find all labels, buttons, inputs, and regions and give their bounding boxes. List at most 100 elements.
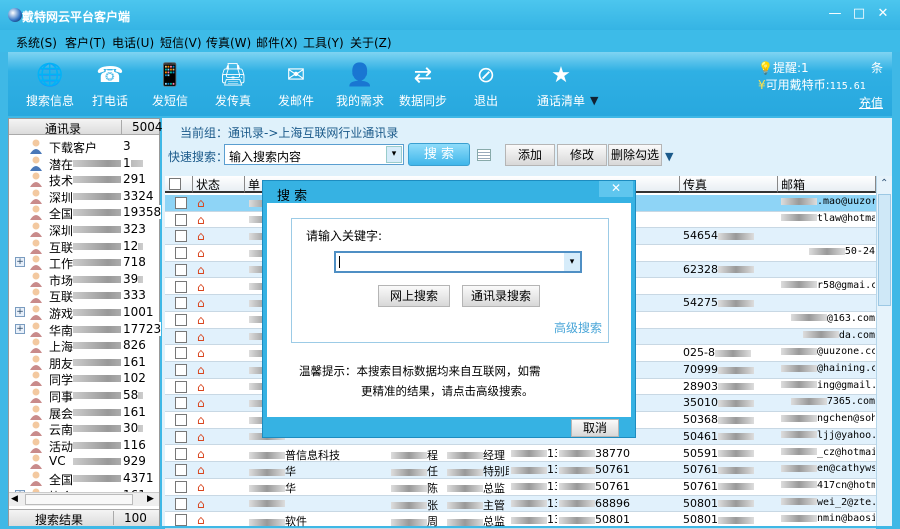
row-checkbox[interactable] (175, 397, 187, 410)
row-checkbox[interactable] (175, 313, 187, 326)
tree-item[interactable]: 同事 58 (9, 387, 159, 404)
tree-item[interactable]: VC 929 (9, 453, 159, 470)
toolbar-globe-button[interactable]: 🌐 搜索信息 (20, 60, 80, 109)
row-checkbox[interactable] (175, 364, 187, 376)
recharge-link[interactable]: 充值 (859, 96, 883, 110)
tree-item[interactable]: 朋友 161 (9, 354, 159, 371)
minimize-button[interactable]: — (826, 6, 844, 21)
tree-item[interactable]: 全国 4371 (9, 470, 159, 487)
vertical-scrollbar[interactable]: ⌃ (876, 176, 892, 526)
tree-item[interactable]: 上海 826 (9, 337, 159, 354)
advanced-search-link[interactable]: 高级搜索 (554, 319, 602, 336)
search-button[interactable]: 搜 索 (408, 143, 470, 166)
tree-item[interactable]: 技术 291 (9, 171, 159, 188)
more-dropdown-icon[interactable]: ▼ (665, 150, 673, 163)
menu-system[interactable]: 系统(S) (16, 34, 57, 51)
expand-icon[interactable]: + (15, 257, 25, 268)
tree-item[interactable]: + 游戏 1001 (9, 304, 159, 321)
row-checkbox[interactable] (175, 380, 187, 393)
tree-item[interactable]: + 华南 17723 (9, 321, 162, 338)
menu-about[interactable]: 关于(Z) (350, 34, 392, 51)
delete-checked-button[interactable]: 删除勾选 (608, 144, 662, 166)
header-select-all[interactable] (165, 176, 193, 193)
tree-item[interactable]: + 工作 718 (9, 254, 159, 271)
tree-item[interactable]: 活动 116 (9, 437, 159, 454)
contact-group-icon (29, 421, 43, 437)
quick-search-input[interactable]: 输入搜索内容 ▾ (224, 144, 404, 165)
tree-item[interactable]: 云南 30 (9, 420, 159, 437)
edit-button[interactable]: 修改 (557, 144, 607, 166)
header-email[interactable]: 邮箱 (778, 176, 876, 193)
tree-item[interactable]: 互联 12 (9, 238, 159, 255)
menu-customer[interactable]: 客户(T) (65, 34, 106, 51)
menu-fax[interactable]: 传真(W) (206, 34, 251, 51)
toolbar-mobile-phone-button[interactable]: 📱 发短信 (140, 60, 200, 109)
row-checkbox[interactable] (175, 347, 187, 360)
scroll-right-icon[interactable]: ▶ (147, 494, 154, 504)
toolbar-star-shield-button[interactable]: ★ 通话清单 (526, 60, 596, 109)
menu-sms[interactable]: 短信(V) (160, 34, 202, 51)
call-list-dropdown-icon[interactable]: ▼ (590, 94, 598, 107)
horizontal-scrollbar[interactable]: ◀ ▶ (9, 492, 159, 506)
row-checkbox[interactable] (175, 213, 187, 226)
scroll-thumb[interactable] (25, 494, 133, 505)
row-checkbox[interactable] (175, 197, 187, 209)
tree-item[interactable]: 互联 333 (9, 287, 159, 304)
cancel-button[interactable]: 取消 (571, 419, 619, 437)
row-checkbox[interactable] (175, 297, 187, 310)
tree-item[interactable]: 下载客户 3 (9, 138, 159, 155)
select-all-checkbox[interactable] (169, 178, 181, 190)
row-checkbox[interactable] (175, 514, 187, 527)
tree-item[interactable]: 同学 102 (9, 370, 159, 387)
menu-tools[interactable]: 工具(Y) (303, 34, 344, 51)
expand-icon[interactable]: + (15, 323, 25, 334)
row-checkbox[interactable] (175, 230, 187, 243)
table-row[interactable]: ⌂华陈总监1395076150761417cn@hotm (165, 479, 876, 496)
header-status[interactable]: 状态 (193, 176, 245, 193)
web-search-button[interactable]: 网上搜索 (378, 285, 450, 307)
tree-item[interactable]: 深圳 323 (9, 221, 159, 238)
row-checkbox[interactable] (175, 447, 187, 460)
keyword-input[interactable]: ▾ (334, 251, 582, 273)
vertical-scroll-thumb[interactable] (878, 194, 891, 306)
expand-icon[interactable]: + (15, 307, 25, 317)
tree-item[interactable]: 潜在 1 (9, 155, 159, 172)
scroll-up-icon[interactable]: ⌃ (880, 178, 888, 189)
add-button[interactable]: 添加 (505, 144, 555, 166)
toolbar-email-button[interactable]: ✉ 发邮件 (266, 60, 326, 109)
table-row[interactable]: ⌂ 张主管13868896 50801 wei_2@zte. (165, 495, 876, 513)
keyword-dropdown-icon[interactable]: ▾ (564, 253, 580, 271)
row-checkbox[interactable] (175, 263, 187, 276)
table-row[interactable]: ⌂华任特别助1365076150761en@cathyws (165, 462, 876, 479)
tree-item[interactable]: 展会 161 (9, 404, 159, 421)
tree-item-count: 323 (121, 222, 146, 236)
menu-phone[interactable]: 电话(U) (112, 34, 154, 51)
table-row[interactable]: ⌂ 普信息科技程经理13938770 50591 _cz@hotmai (165, 446, 876, 463)
row-checkbox[interactable] (175, 497, 187, 510)
calendar-icon[interactable] (477, 149, 491, 161)
menu-email[interactable]: 邮件(X) (256, 34, 298, 51)
toolbar-exit-button[interactable]: ⊘ 退出 (456, 60, 516, 109)
maximize-button[interactable]: □ (850, 6, 868, 21)
contacts-search-button[interactable]: 通讯录搜索 (462, 285, 540, 307)
close-button[interactable]: ✕ (874, 6, 892, 21)
toolbar-sync-button[interactable]: ⇄ 数据同步 (393, 60, 453, 109)
row-checkbox[interactable] (175, 414, 187, 427)
row-checkbox[interactable] (175, 330, 187, 343)
dialog-close-button[interactable]: ✕ (599, 181, 633, 197)
row-checkbox[interactable] (175, 247, 187, 260)
row-checkbox[interactable] (175, 280, 187, 293)
toolbar-user-button[interactable]: 👤 我的需求 (330, 60, 390, 109)
row-checkbox[interactable] (175, 430, 187, 443)
tree-item[interactable]: 市场 39 (9, 271, 159, 288)
row-checkbox[interactable] (175, 464, 187, 477)
chevron-down-icon[interactable]: ▾ (386, 146, 402, 163)
row-checkbox[interactable] (175, 480, 187, 493)
toolbar-telephone-button[interactable]: ☎ 打电话 (80, 60, 140, 109)
toolbar-fax-button[interactable]: 🖨 发传真 (203, 60, 263, 109)
scroll-left-icon[interactable]: ◀ (11, 494, 18, 504)
header-fax[interactable]: 传真 (680, 176, 778, 193)
tree-item[interactable]: 深圳 3324 (9, 188, 159, 205)
tree-item[interactable]: 全国 19358 (9, 204, 162, 221)
table-row[interactable]: ⌂软件周总监1375080150801nmin@baosi (165, 512, 876, 529)
